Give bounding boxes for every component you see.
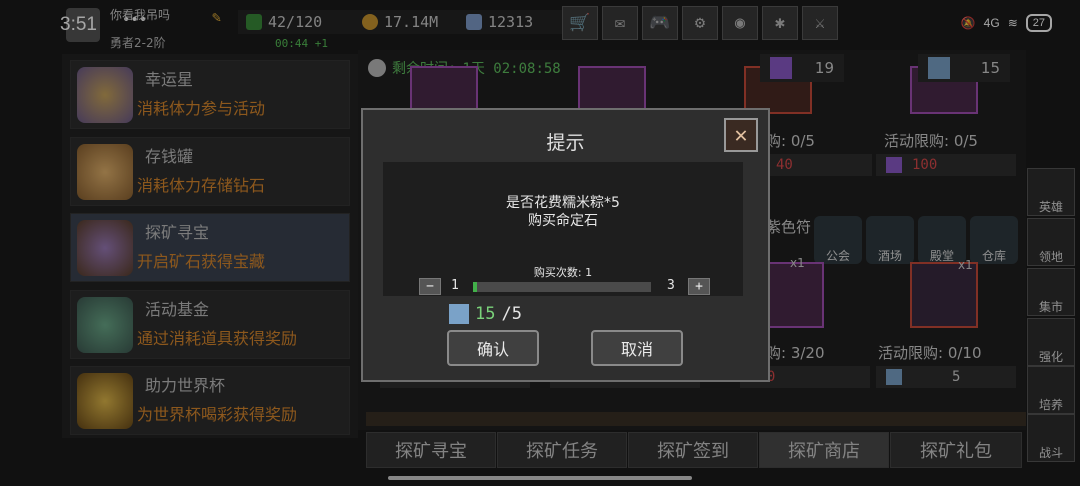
message-line: 购买命定石 xyxy=(528,213,598,229)
minus-icon: − xyxy=(426,279,434,294)
confirm-button[interactable]: 确认 xyxy=(447,330,539,366)
cost-required: /5 xyxy=(501,304,522,324)
quantity-min: 1 xyxy=(451,278,459,293)
dialog-message: 是否花费糯米粽*5 购买命定石 xyxy=(383,194,743,230)
decrease-quantity-button[interactable]: − xyxy=(419,278,441,295)
close-icon: ✕ xyxy=(734,122,748,148)
message-line: 是否花费糯米粽*5 xyxy=(506,195,620,211)
purchase-confirm-dialog: 提示 ✕ 是否花费糯米粽*5 购买命定石 购买次数: 1 − 1 3 + 15/… xyxy=(361,108,770,382)
dialog-title: 提示 xyxy=(546,132,585,154)
close-button[interactable]: ✕ xyxy=(724,118,758,152)
cost-owned: 15 xyxy=(475,304,496,324)
plus-icon: + xyxy=(695,279,703,294)
quantity-slider[interactable] xyxy=(473,282,651,292)
quantity-max: 3 xyxy=(667,278,675,293)
dialog-content: 是否花费糯米粽*5 购买命定石 购买次数: 1 − 1 3 + xyxy=(383,162,743,296)
slider-fill xyxy=(473,282,477,292)
blue-gem-icon xyxy=(449,304,469,324)
cost-display: 15/5 xyxy=(449,304,522,324)
cancel-button[interactable]: 取消 xyxy=(591,330,683,366)
increase-quantity-button[interactable]: + xyxy=(688,278,710,295)
